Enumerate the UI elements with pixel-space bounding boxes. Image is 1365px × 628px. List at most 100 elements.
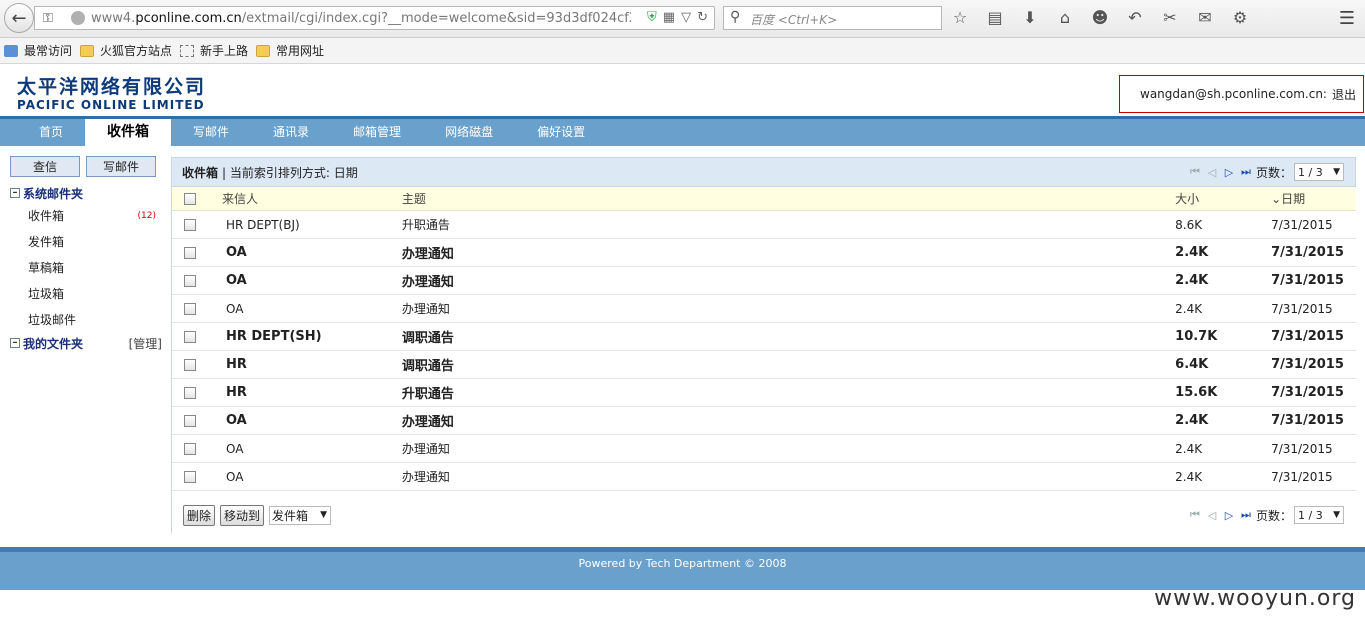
mail-from[interactable]: OA [222, 302, 402, 316]
home-icon[interactable]: ⌂ [1055, 8, 1075, 27]
last-page-icon[interactable]: ⏭ [1239, 165, 1253, 179]
nav-inbox[interactable]: 收件箱 [85, 119, 172, 146]
mail-row[interactable]: OA 办理通知 2.4K 7/31/2015 [172, 407, 1356, 435]
last-page-icon[interactable]: ⏭ [1239, 508, 1253, 522]
mail-from[interactable]: OA [222, 245, 402, 260]
download-icon[interactable]: ⬇ [1020, 8, 1040, 27]
mail-row[interactable]: OA 办理通知 2.4K 7/31/2015 [172, 435, 1356, 463]
col-subject[interactable]: 主题 [402, 190, 1175, 207]
reading-list-icon[interactable]: ▤ [985, 8, 1005, 27]
bookmark-getting-started[interactable]: 新手上路 [180, 42, 248, 59]
crop-icon[interactable]: ✂ [1160, 8, 1180, 27]
folder-inbox[interactable]: 收件箱 (12) [10, 203, 162, 229]
mail-subject[interactable]: 办理通知 [402, 271, 1175, 290]
move-to-button[interactable]: 移动到 [220, 504, 265, 526]
nav-network-disk[interactable]: 网络磁盘 [423, 119, 515, 146]
manage-folders-link[interactable]: [管理] [129, 335, 162, 352]
emoji-icon[interactable]: ☻ [1090, 8, 1110, 27]
shield-icon[interactable]: ⛨ [647, 10, 657, 25]
mail-from[interactable]: OA [222, 470, 402, 484]
url-text[interactable]: www4.pconline.com.cn/extmail/cgi/index.c… [91, 11, 631, 27]
extension-icon[interactable]: ⚙ [1230, 8, 1250, 27]
next-page-icon[interactable]: ▷ [1222, 166, 1236, 179]
page-select[interactable]: 1 / 3 ▼ [1294, 163, 1344, 181]
move-target-select[interactable]: 发件箱 ▼ [269, 505, 332, 525]
col-from[interactable]: 来信人 [222, 190, 402, 207]
prev-page-icon[interactable]: ◁ [1205, 509, 1219, 522]
mail-from[interactable]: OA [222, 413, 402, 428]
bookmark-star-icon[interactable]: ☆ [950, 8, 970, 27]
mail-subject[interactable]: 调职通告 [402, 327, 1175, 346]
mail-from[interactable]: HR [222, 357, 402, 372]
nav-compose[interactable]: 写邮件 [171, 119, 251, 146]
prev-page-icon[interactable]: ◁ [1205, 166, 1219, 179]
folder-spam[interactable]: 垃圾邮件 [10, 307, 162, 333]
first-page-icon[interactable]: ⏮ [1188, 508, 1202, 522]
delete-button[interactable]: 删除 [183, 504, 216, 526]
mail-from[interactable]: OA [222, 442, 402, 456]
undo-icon[interactable]: ↶ [1125, 8, 1145, 27]
address-bar[interactable]: ⚿ www4.pconline.com.cn/extmail/cgi/index… [34, 6, 715, 30]
mail-subject[interactable]: 办理通知 [402, 300, 1175, 317]
dropdown-icon[interactable]: ▽ [681, 10, 691, 25]
nav-home[interactable]: 首页 [17, 119, 85, 146]
collapse-icon[interactable]: – [10, 338, 20, 348]
mail-subject[interactable]: 升职通告 [402, 216, 1175, 233]
mail-from[interactable]: HR [222, 385, 402, 400]
mail-subject[interactable]: 升职通告 [402, 383, 1175, 402]
row-checkbox[interactable] [184, 470, 196, 483]
mail-row[interactable]: HR 升职通告 15.6K 7/31/2015 [172, 379, 1356, 407]
row-checkbox[interactable] [184, 414, 196, 427]
check-mail-button[interactable]: 查信 [10, 156, 80, 177]
row-checkbox[interactable] [184, 358, 196, 371]
row-checkbox[interactable] [184, 302, 196, 315]
nav-preferences[interactable]: 偏好设置 [515, 119, 607, 146]
first-page-icon[interactable]: ⏮ [1188, 165, 1202, 179]
mail-from[interactable]: HR DEPT(BJ) [222, 218, 402, 232]
nav-contacts[interactable]: 通讯录 [251, 119, 331, 146]
bookmark-most-visited[interactable]: 最常访问 [4, 42, 72, 59]
next-page-icon[interactable]: ▷ [1222, 509, 1236, 522]
row-checkbox[interactable] [184, 246, 196, 259]
row-checkbox[interactable] [184, 274, 196, 287]
search-bar[interactable]: ⚲ 百度 <Ctrl+K> [723, 6, 942, 30]
mail-row[interactable]: HR 调职通告 6.4K 7/31/2015 [172, 351, 1356, 379]
mail-row[interactable]: HR DEPT(SH) 调职通告 10.7K 7/31/2015 [172, 323, 1356, 351]
folder-sent[interactable]: 发件箱 [10, 229, 162, 255]
system-folders-header[interactable]: – 系统邮件夹 [10, 183, 162, 203]
chat-icon[interactable]: ✉ [1195, 8, 1215, 27]
nav-mailbox-settings[interactable]: 邮箱管理 [331, 119, 423, 146]
key-icon[interactable]: ⚿ [35, 7, 61, 29]
mail-subject[interactable]: 调职通告 [402, 355, 1175, 374]
row-checkbox[interactable] [184, 442, 196, 455]
qr-code-icon[interactable]: ▦ [663, 10, 675, 25]
mail-from[interactable]: OA [222, 273, 402, 288]
mail-subject[interactable]: 办理通知 [402, 468, 1175, 485]
mail-from[interactable]: HR DEPT(SH) [222, 329, 402, 344]
mail-row[interactable]: OA 办理通知 2.4K 7/31/2015 [172, 239, 1356, 267]
collapse-icon[interactable]: – [10, 188, 20, 198]
logout-link[interactable]: 退出 [1332, 86, 1356, 103]
row-checkbox[interactable] [184, 330, 196, 343]
mail-row[interactable]: OA 办理通知 2.4K 7/31/2015 [172, 267, 1356, 295]
mail-subject[interactable]: 办理通知 [402, 411, 1175, 430]
row-checkbox[interactable] [184, 218, 196, 231]
page-select[interactable]: 1 / 3 ▼ [1294, 506, 1344, 524]
col-date[interactable]: ⌄日期 [1271, 190, 1356, 207]
row-checkbox[interactable] [184, 386, 196, 399]
bookmark-firefox-site[interactable]: 火狐官方站点 [80, 42, 172, 59]
col-size[interactable]: 大小 [1175, 190, 1271, 207]
bookmark-common-sites[interactable]: 常用网址 [256, 42, 324, 59]
mail-row[interactable]: HR DEPT(BJ) 升职通告 8.6K 7/31/2015 [172, 211, 1356, 239]
select-all-checkbox[interactable] [184, 192, 196, 205]
mail-subject[interactable]: 办理通知 [402, 440, 1175, 457]
mail-row[interactable]: OA 办理通知 2.4K 7/31/2015 [172, 295, 1356, 323]
back-arrow-icon[interactable]: ← [4, 3, 34, 33]
folder-trash[interactable]: 垃圾箱 [10, 281, 162, 307]
reload-icon[interactable]: ↻ [697, 10, 708, 25]
mail-subject[interactable]: 办理通知 [402, 243, 1175, 262]
folder-drafts[interactable]: 草稿箱 [10, 255, 162, 281]
hamburger-menu-icon[interactable]: ☰ [1339, 8, 1355, 29]
my-folders-header[interactable]: – 我的文件夹 [管理] [10, 333, 162, 353]
compose-button[interactable]: 写邮件 [86, 156, 156, 177]
